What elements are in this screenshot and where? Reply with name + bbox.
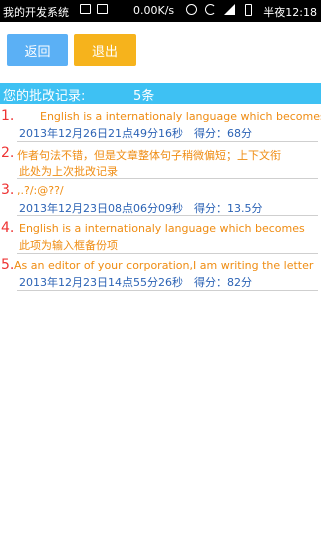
record-divider [17, 215, 318, 216]
record-item[interactable]: 4. English is a internationaly language … [0, 219, 321, 255]
record-content: English is a internationaly language whi… [40, 110, 321, 123]
record-item[interactable]: 2. 作者句法不错，但是文章整体句子稍微偏短；上下文衔 此处为上次批改记录 [0, 144, 321, 180]
record-divider [17, 141, 318, 142]
exit-button[interactable]: 退出 [74, 34, 136, 66]
record-number: 1. [1, 108, 15, 124]
notification-icons [80, 4, 108, 14]
screen-notification-icon [97, 4, 108, 14]
record-item[interactable]: 3. ,.?/:@??/ 2013年12月23日08点06分09秒 得分：13.… [0, 181, 321, 217]
records-header: 您的批改记录: 5条 [0, 83, 321, 104]
sync-icon [205, 4, 216, 15]
record-content: ,.?/:@??/ [17, 184, 64, 197]
status-clock: 半夜12:18 [263, 6, 317, 19]
record-divider [17, 290, 318, 291]
record-divider [17, 253, 318, 254]
record-meta: 2013年12月26日21点49分16秒 得分：68分 [19, 127, 252, 140]
record-number: 3. [1, 182, 15, 198]
record-number: 4. [1, 220, 15, 236]
record-number: 5. [1, 257, 15, 273]
network-speed: 0.00K/s [133, 4, 175, 17]
records-title: 您的批改记录: [3, 89, 86, 104]
record-divider [17, 178, 318, 179]
back-button[interactable]: 返回 [7, 34, 68, 66]
records-count: 5条 [133, 89, 155, 104]
record-item[interactable]: 5. As an editor of your corporation,I am… [0, 256, 321, 292]
image-notification-icon [80, 4, 91, 14]
record-meta: 2013年12月23日08点06分09秒 得分：13.5分 [19, 202, 263, 215]
record-content: English is a internationaly language whi… [19, 222, 305, 235]
record-meta: 2013年12月23日14点55分26秒 得分：82分 [19, 276, 252, 289]
alarm-icon [186, 4, 197, 15]
record-content-line2: 此项为输入框备份项 [19, 239, 118, 252]
record-content-line2: 此处为上次批改记录 [19, 165, 118, 178]
record-item[interactable]: 1. English is a internationaly language … [0, 107, 321, 143]
status-bar: 我的开发系统 0.00K/s 半夜12:18 [0, 0, 321, 22]
record-number: 2. [1, 145, 15, 161]
status-app-name: 我的开发系统 [3, 6, 69, 19]
record-content: As an editor of your corporation,I am wr… [14, 259, 314, 272]
signal-icon [224, 4, 235, 15]
record-content: 作者句法不错，但是文章整体句子稍微偏短；上下文衔 [17, 149, 281, 162]
battery-icon [245, 4, 252, 16]
